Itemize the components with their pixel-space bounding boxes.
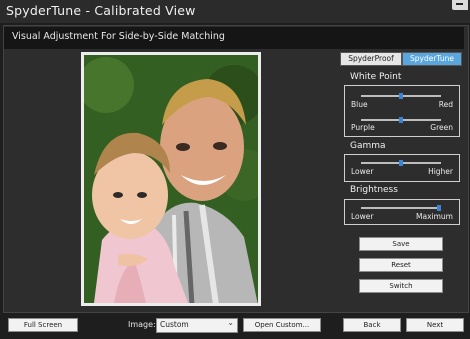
reset-button[interactable]: Reset — [359, 258, 443, 272]
white-point-title: White Point — [350, 72, 402, 82]
brightness-maximum-label: Maximum — [416, 212, 453, 221]
back-button[interactable]: Back — [343, 318, 401, 332]
image-select-value: Custom — [160, 320, 189, 329]
brightness-thumb[interactable] — [436, 205, 441, 211]
switch-button[interactable]: Switch — [359, 279, 443, 293]
gamma-lower-label: Lower — [351, 167, 374, 176]
minimize-button[interactable] — [452, 0, 468, 10]
photo-frame — [81, 52, 261, 306]
subtitle-bar: Visual Adjustment For Side-by-Side Match… — [4, 27, 464, 49]
open-custom-button[interactable]: Open Custom... — [243, 318, 321, 332]
window-title: SpyderTune - Calibrated View — [6, 3, 196, 18]
white-point-purple-green-track[interactable] — [361, 117, 441, 123]
brightness-track[interactable] — [361, 205, 441, 211]
white-point-green-label: Green — [430, 123, 453, 132]
white-point-purple-label: Purple — [351, 123, 375, 132]
white-point-blue-label: Blue — [351, 100, 368, 109]
save-button[interactable]: Save — [359, 237, 443, 251]
father-and-baby-photo — [84, 55, 258, 303]
gamma-track[interactable] — [361, 160, 441, 166]
image-select[interactable]: Custom ⌄ — [156, 318, 238, 333]
chevron-down-icon: ⌄ — [227, 318, 234, 327]
brightness-panel: Lower Maximum — [344, 199, 460, 225]
white-point-panel: Blue Red Purple Green — [344, 85, 460, 137]
toggle-spydertune[interactable]: SpyderTune — [402, 52, 462, 66]
page-subtitle: Visual Adjustment For Side-by-Side Match… — [12, 31, 225, 42]
preview-photo — [84, 55, 258, 303]
brightness-lower-label: Lower — [351, 212, 374, 221]
white-point-red-label: Red — [438, 100, 453, 109]
gamma-panel: Lower Higher — [344, 154, 460, 182]
white-point-blue-red-track[interactable] — [361, 93, 441, 99]
white-point-blue-red-thumb[interactable] — [399, 93, 403, 99]
gamma-title: Gamma — [350, 141, 386, 151]
title-bar: SpyderTune - Calibrated View — [0, 0, 470, 23]
white-point-purple-green-thumb[interactable] — [399, 117, 403, 123]
gamma-higher-label: Higher — [428, 167, 453, 176]
next-button[interactable]: Next — [406, 318, 464, 332]
image-label: Image: — [128, 320, 156, 329]
brightness-title: Brightness — [350, 185, 398, 195]
gamma-thumb[interactable] — [399, 160, 403, 166]
toggle-spyderproof[interactable]: SpyderProof — [340, 52, 402, 66]
full-screen-button[interactable]: Full Screen — [8, 318, 78, 332]
